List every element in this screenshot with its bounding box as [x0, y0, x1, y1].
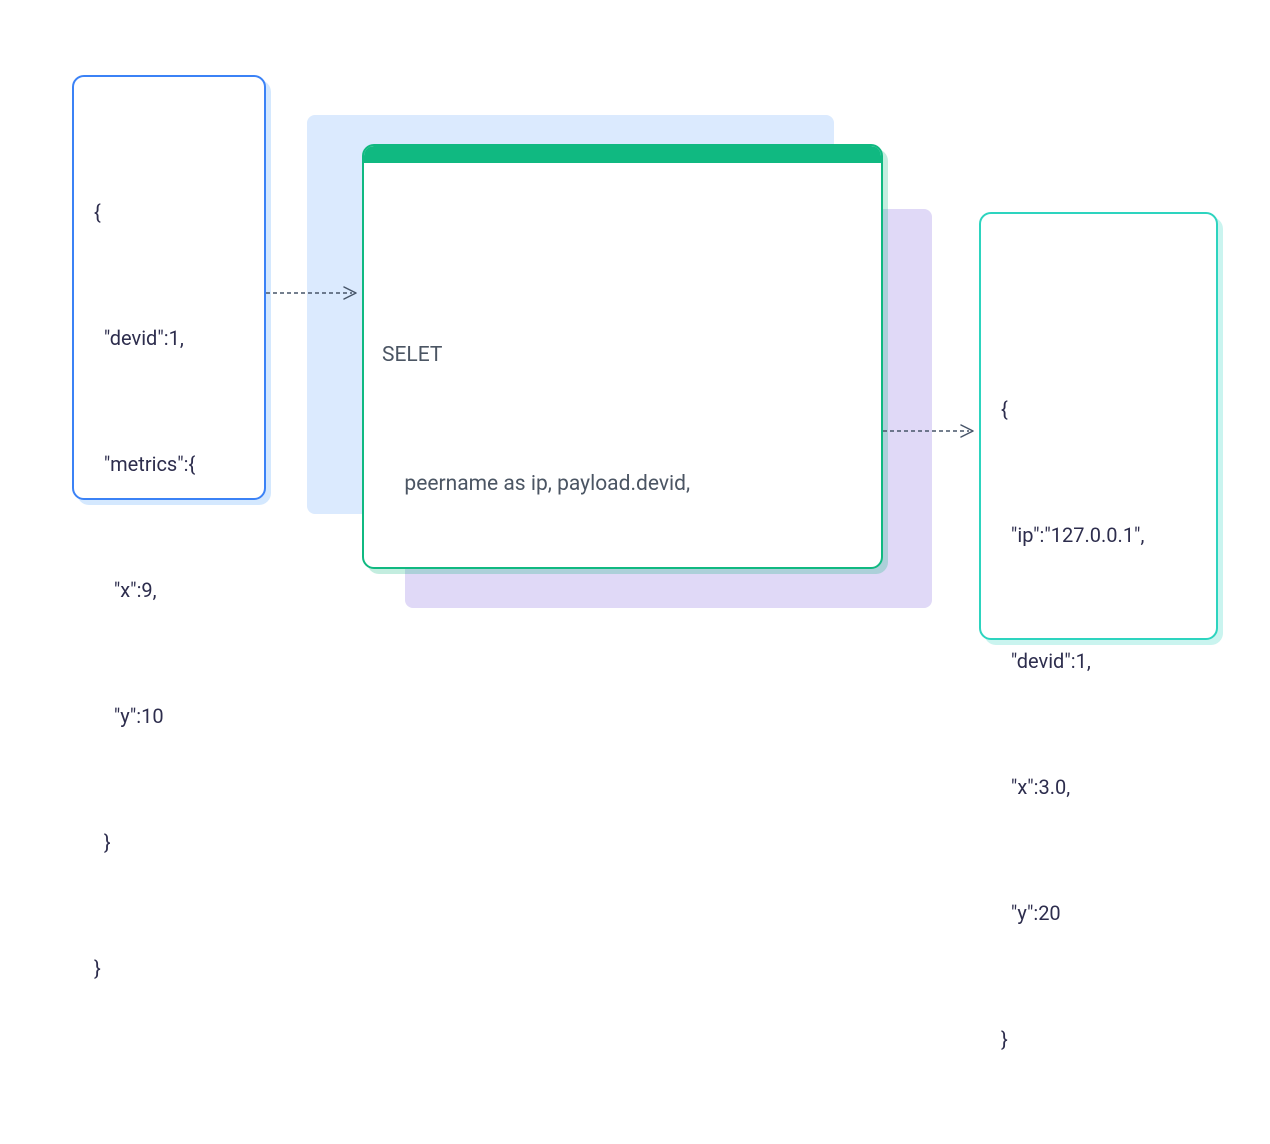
sql-line: SELET	[382, 334, 865, 377]
sql-query-box: SELET peername as ip, payload.devid, pay…	[362, 144, 883, 569]
output-json-box: { "ip":"127.0.0.1", "devid":1, "x":3.0, …	[979, 212, 1218, 640]
json-line: {	[1001, 388, 1196, 430]
arrow-input-to-sql	[266, 283, 362, 303]
json-line: "x":3.0,	[1001, 766, 1196, 808]
json-line: {	[94, 191, 244, 233]
sql-box-header	[364, 146, 881, 163]
input-json-box: { "devid":1, "metrics":{ "x":9, "y":10 }…	[72, 75, 266, 500]
json-line: }	[94, 821, 244, 863]
json-line: "metrics":{	[94, 443, 244, 485]
sql-line: peername as ip, payload.devid,	[382, 463, 865, 506]
json-line: "devid":1,	[94, 317, 244, 359]
json-line: }	[94, 947, 244, 989]
output-json-content: { "ip":"127.0.0.1", "devid":1, "x":3.0, …	[1001, 244, 1196, 1144]
json-line: "y":20	[1001, 892, 1196, 934]
json-line: "ip":"127.0.0.1",	[1001, 514, 1196, 556]
json-line: "y":10	[94, 695, 244, 737]
json-line: }	[1001, 1018, 1196, 1060]
arrow-sql-to-output	[883, 421, 979, 441]
sql-content: SELET peername as ip, payload.devid, pay…	[364, 163, 881, 569]
json-line: "devid":1,	[1001, 640, 1196, 682]
input-json-content: { "devid":1, "metrics":{ "x":9, "y":10 }…	[94, 107, 244, 1073]
json-line: "x":9,	[94, 569, 244, 611]
